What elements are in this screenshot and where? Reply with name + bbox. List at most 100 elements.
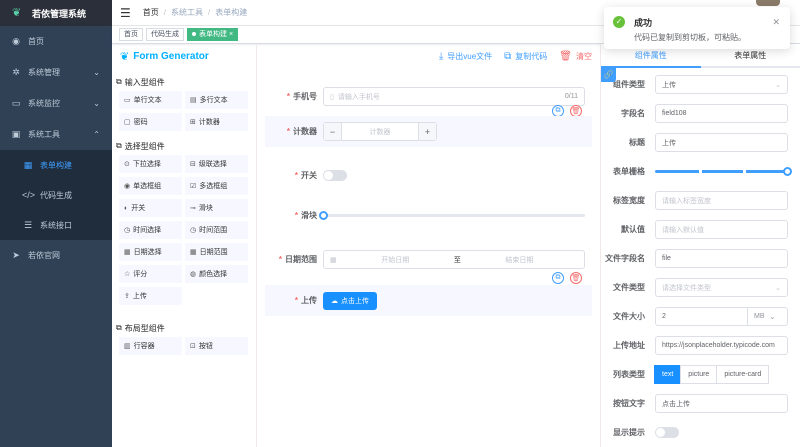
slider-track[interactable] bbox=[319, 211, 585, 220]
unit-select[interactable]: MB ⌄ bbox=[747, 308, 787, 325]
component-checkbox[interactable]: ☑ 多选框组 bbox=[185, 177, 248, 195]
sidebar-item-form-build[interactable]: ▦ 表单构建 bbox=[0, 150, 112, 180]
row-tools: ⧉ 🗑 bbox=[546, 272, 582, 284]
component-password[interactable]: ▢ 密码 bbox=[119, 113, 182, 131]
component-select[interactable]: ⊙ 下拉选择 bbox=[119, 155, 182, 173]
field-label: * 计数器 bbox=[286, 127, 317, 136]
component-slider[interactable]: ⊸ 滑块 bbox=[185, 199, 248, 217]
component-radio[interactable]: ◉ 单选框组 bbox=[119, 177, 182, 195]
hamburger-icon[interactable]: ☰ bbox=[120, 6, 131, 20]
component-number[interactable]: ⊞ 计数器 bbox=[185, 113, 248, 131]
app-logo[interactable]: ❦ 若依管理系统 bbox=[0, 0, 112, 26]
component-time[interactable]: ◷ 时间选择 bbox=[119, 221, 182, 239]
component-upload[interactable]: ⇪ 上传 bbox=[119, 287, 182, 305]
component-row[interactable]: ▥ 行容器 bbox=[119, 337, 182, 355]
component-cascader[interactable]: ⊟ 级联选择 bbox=[185, 155, 248, 173]
link-icon[interactable]: 🔗 bbox=[601, 68, 616, 82]
sidebar-item-tools[interactable]: ▣ 系统工具 ⌃ bbox=[0, 119, 112, 150]
copy-label: 复制代码 bbox=[515, 52, 548, 61]
field-daterange[interactable]: * 日期范围 ▦ 开始日期 至 结束日期 ⧉ 🗑 bbox=[265, 244, 592, 284]
component-type-select[interactable]: 上传 ⌄ bbox=[655, 75, 788, 94]
plus-button[interactable]: + bbox=[418, 123, 436, 140]
slider-handle[interactable] bbox=[783, 167, 792, 176]
phone-placeholder: 请输入手机号 bbox=[337, 93, 380, 101]
sidebar-item-codegen[interactable]: </> 代码生成 bbox=[0, 180, 112, 210]
copy-icon[interactable]: ⧉ bbox=[552, 272, 564, 284]
component-time-range[interactable]: ◷ 时间范围 bbox=[185, 221, 248, 239]
field-switch[interactable]: * 开关 bbox=[265, 160, 592, 191]
select-icon: ⊙ bbox=[124, 161, 130, 168]
canvas-actions: ⤓ 导出vue文件 ⧉ 复制代码 🗑 清空 bbox=[257, 44, 600, 69]
radio-text[interactable]: text bbox=[654, 365, 682, 384]
breadcrumb-home[interactable]: 首页 bbox=[143, 8, 159, 17]
component-button[interactable]: ⊡ 按钮 bbox=[185, 337, 248, 355]
prop-button-text: 按钮文字 点击上传 bbox=[601, 389, 800, 418]
field-slider[interactable]: * 滑块 bbox=[265, 200, 592, 231]
field-upload[interactable]: * 上传 ☁ 点击上传 bbox=[265, 285, 592, 316]
sidebar-item-monitor[interactable]: ▭ 系统监控 ⌄ bbox=[0, 88, 112, 119]
chevron-down-icon: ⌄ bbox=[769, 313, 776, 321]
sidebar-item-home[interactable]: ◉ 首页 bbox=[0, 26, 112, 57]
component-icon: ⧉ bbox=[116, 141, 122, 150]
component-date[interactable]: ▦ 日期选择 bbox=[119, 243, 182, 261]
sidebar-item-system[interactable]: ✲ 系统管理 ⌄ bbox=[0, 57, 112, 88]
phone-input[interactable]: ▯ 请输入手机号 0/11 bbox=[323, 87, 585, 106]
clear-button[interactable]: 🗑 清空 bbox=[559, 51, 592, 62]
component-label: 滑块 bbox=[198, 205, 213, 212]
file-type-select[interactable]: 请选择文件类型 ⌄ bbox=[655, 278, 788, 297]
switch-toggle[interactable] bbox=[323, 170, 347, 181]
component-input[interactable]: ▭ 单行文本 bbox=[119, 91, 182, 109]
slider-icon: ⊸ bbox=[190, 205, 196, 212]
chevron-down-icon: ⌄ bbox=[93, 99, 100, 108]
grid-span-slider[interactable] bbox=[655, 167, 792, 176]
prop-label: 列表类型 bbox=[613, 370, 645, 379]
close-icon[interactable]: × bbox=[229, 31, 233, 38]
sidebar-item-website[interactable]: ➤ 若依官网 bbox=[0, 240, 112, 271]
switch-icon: ◐ bbox=[124, 204, 129, 212]
upload-url-input[interactable]: https://jsonplaceholder.typicode.com bbox=[655, 336, 788, 355]
component-icon: ⧉ bbox=[116, 77, 122, 86]
export-vue-button[interactable]: ⤓ 导出vue文件 bbox=[439, 51, 492, 62]
field-label: * 开关 bbox=[294, 171, 317, 180]
chevron-down-icon: ⌄ bbox=[775, 81, 781, 89]
slider-handle[interactable] bbox=[319, 211, 328, 220]
palette-icon: ◍ bbox=[190, 271, 197, 278]
component-textarea[interactable]: ▤ 多行文本 bbox=[185, 91, 248, 109]
upload-icon: ⇪ bbox=[124, 293, 130, 300]
radio-picture-card[interactable]: picture-card bbox=[716, 365, 770, 384]
component-switch[interactable]: ◐ 开关 bbox=[119, 199, 182, 217]
file-field-input[interactable]: file bbox=[655, 249, 788, 268]
component-color[interactable]: ◍ 颜色选择 bbox=[185, 265, 248, 283]
radio-picture[interactable]: picture bbox=[680, 365, 718, 384]
layout-components: ▥ 行容器 ⊡ 按钮 bbox=[112, 335, 257, 357]
copy-code-button[interactable]: ⧉ 复制代码 bbox=[504, 51, 547, 62]
field-name-input[interactable]: field108 bbox=[655, 104, 788, 123]
minus-button[interactable]: − bbox=[324, 123, 342, 140]
default-value-input[interactable]: 请输入默认值 bbox=[655, 220, 788, 239]
sidebar-item-label: 系统接口 bbox=[40, 220, 72, 230]
tag-form-build[interactable]: 表单构建 × bbox=[187, 28, 239, 41]
component-label: 日期选择 bbox=[133, 249, 162, 256]
calendar-icon: ▦ bbox=[190, 249, 197, 256]
toast-message: 代码已复制到剪切板，可粘贴。 bbox=[634, 33, 746, 42]
tag-codegen[interactable]: 代码生成 bbox=[146, 28, 184, 41]
show-tip-switch[interactable] bbox=[655, 427, 679, 438]
delete-icon[interactable]: 🗑 bbox=[570, 272, 582, 284]
component-date-range[interactable]: ▦ 日期范围 bbox=[185, 243, 248, 261]
tag-home[interactable]: 首页 bbox=[119, 28, 143, 41]
component-rate[interactable]: ☆ 评分 bbox=[119, 265, 182, 283]
cascader-icon: ⊟ bbox=[190, 161, 196, 168]
upload-button[interactable]: ☁ 点击上传 bbox=[323, 291, 377, 310]
button-text-input[interactable]: 点击上传 bbox=[655, 394, 788, 413]
close-icon[interactable]: ✕ bbox=[772, 17, 780, 28]
file-size-input[interactable]: 2 MB ⌄ bbox=[655, 307, 788, 326]
label-width-input[interactable]: 请输入标签宽度 bbox=[655, 191, 788, 210]
avatar[interactable] bbox=[756, 0, 780, 6]
daterange-input[interactable]: ▦ 开始日期 至 结束日期 bbox=[323, 250, 585, 269]
counter-input[interactable]: − 计数器 + bbox=[323, 122, 437, 141]
title-input[interactable]: 上传 bbox=[655, 133, 788, 152]
field-phone[interactable]: * 手机号 ▯ 请输入手机号 0/11 ⧉ 🗑 bbox=[265, 81, 592, 117]
sidebar-item-swagger[interactable]: ☰ 系统接口 bbox=[0, 210, 112, 240]
field-counter[interactable]: * 计数器 − 计数器 + bbox=[265, 116, 592, 147]
select-placeholder: 请选择文件类型 bbox=[662, 284, 711, 292]
